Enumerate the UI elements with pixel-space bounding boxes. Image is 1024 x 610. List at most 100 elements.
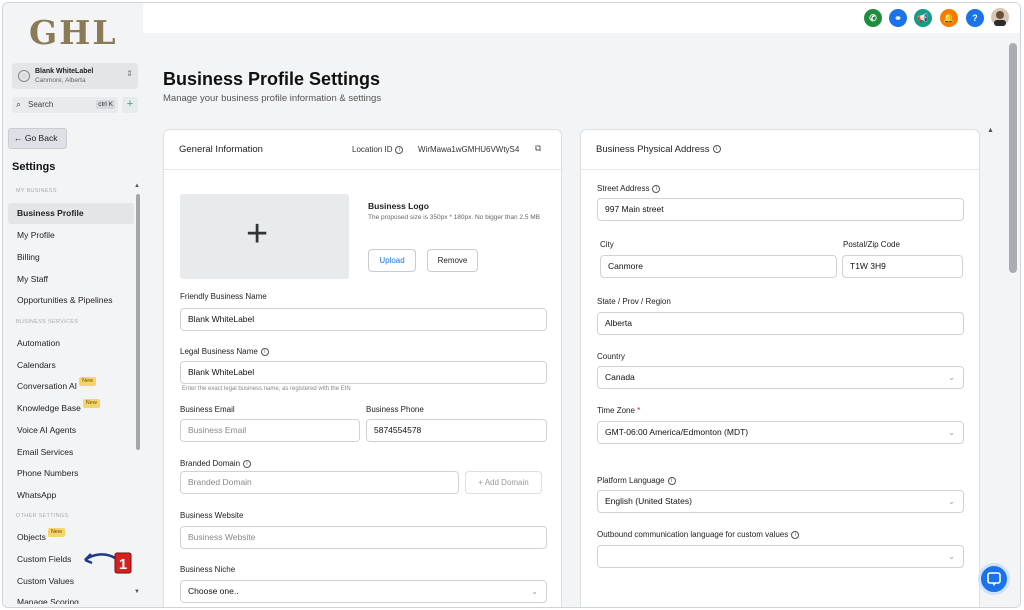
location-place: Canmore, Alberta [35,77,86,84]
info-icon: i [652,184,661,193]
logo-upload-area[interactable]: + [180,194,349,279]
sidebar-scrollbar[interactable] [136,194,140,450]
quick-add-button[interactable]: + [122,97,138,113]
plus-icon: + [246,213,269,255]
city-input[interactable]: Canmore [600,255,837,278]
city-label: City [600,240,614,249]
phone-input[interactable]: 5874554578 [366,419,547,442]
niche-label: Business Niche [180,565,236,574]
sidebar-item-my-staff[interactable]: My Staff [8,269,134,290]
chevron-down-icon: ⌄ [948,373,955,382]
timezone-select[interactable]: GMT-06:00 America/Edmonton (MDT) ⌄ [597,421,964,444]
search-icon: ⌕ [16,99,22,109]
platform-language-label: Platform Language i [597,476,676,485]
location-switcher[interactable]: ◌ Blank WhiteLabel Canmore, Alberta ⇕ [12,63,138,89]
sidebar-item-voice-ai[interactable]: Voice AI Agents [8,420,134,441]
card-header: Business Physical Address i [581,130,979,170]
add-domain-button[interactable]: + Add Domain [465,471,542,494]
email-label: Business Email [180,405,235,414]
address-card: Business Physical Address i Street Addres… [580,129,980,607]
sidebar-search[interactable]: ⌕ Search ctrl K [12,97,118,113]
postal-label: Postal/Zip Code [843,240,900,249]
sidebar-item-label: Conversation AI [17,381,78,391]
required-marker: * [637,406,641,415]
link-icon[interactable]: ⚭ [889,9,907,27]
location-id-value: WirMawa1wGMHU6VWtyS4 [418,145,520,154]
search-label: Search [28,100,54,109]
top-bar: ✆ ⚭ 📢 🔔 ? [143,3,1020,33]
annotation-arrow-icon: 1 [84,552,132,574]
state-input[interactable]: Alberta [597,312,964,335]
settings-heading: Settings [12,161,56,173]
page-subtitle: Manage your business profile information… [163,93,382,104]
platform-language-select[interactable]: English (United States) ⌄ [597,490,964,513]
main-scrollbar[interactable] [1009,43,1017,273]
legal-name-help: Enter the exact legal business name, as … [182,386,351,392]
postal-input[interactable]: T1W 3H9 [842,255,963,278]
scroll-down-icon[interactable]: ▼ [134,589,140,595]
brand-logo[interactable]: GHL [29,13,118,52]
help-icon[interactable]: ? [966,9,984,27]
scroll-up-icon[interactable]: ▲ [987,127,994,134]
website-input[interactable]: Business Website [180,526,547,549]
nav-section-my-business: MY BUSINESS [3,186,57,196]
country-select[interactable]: Canada ⌄ [597,366,964,389]
info-icon: i [243,459,252,468]
page-title: Business Profile Settings [163,69,381,89]
card-title: Business Physical Address i [596,144,721,155]
go-back-button[interactable]: ← Go Back [8,128,67,149]
nav-section-business-services: BUSINESS SERVICES [3,317,78,327]
logo-title: Business Logo [368,201,429,211]
card-title: General Information [179,144,263,155]
new-badge: New [82,399,100,408]
sidebar-item-automation[interactable]: Automation [8,333,134,354]
sidebar: GHL ◌ Blank WhiteLabel Canmore, Alberta … [3,3,143,607]
upload-button[interactable]: Upload [368,249,416,272]
new-badge: New [47,528,65,537]
friendly-name-input[interactable]: Blank WhiteLabel [180,308,547,331]
friendly-name-label: Friendly Business Name [180,292,267,301]
timezone-label: Time Zone * [597,406,640,415]
street-input[interactable]: 997 Main street [597,198,964,221]
sidebar-item-conversation-ai[interactable]: Conversation AI New [8,376,134,397]
chevron-down-icon: ⌄ [948,497,955,506]
sidebar-item-manage-scoring[interactable]: Manage Scoring [8,592,134,604]
new-badge: New [79,377,97,386]
platform-language-value: English (United States) [605,496,692,506]
niche-value: Choose one.. [188,586,239,596]
bell-icon[interactable]: 🔔 [940,9,958,27]
info-icon: i [395,145,404,154]
sidebar-item-whatsapp[interactable]: WhatsApp [8,485,134,506]
copy-icon[interactable]: ⧉ [535,143,541,154]
outbound-language-select[interactable]: ⌄ [597,545,964,568]
country-label: Country [597,352,626,361]
sidebar-item-phone-numbers[interactable]: Phone Numbers [8,463,134,484]
sidebar-item-objects[interactable]: Objects New [8,527,134,548]
user-avatar-icon [994,11,1006,26]
sidebar-item-business-profile[interactable]: Business Profile [8,203,134,224]
megaphone-icon[interactable]: 📢 [914,9,932,27]
sidebar-item-my-profile[interactable]: My Profile [8,225,134,246]
sidebar-item-opportunities[interactable]: Opportunities & Pipelines [8,290,134,311]
domain-input[interactable]: Branded Domain [180,471,459,494]
sidebar-item-knowledge-base[interactable]: Knowledge Base New [8,398,134,419]
plus-icon: + [126,98,134,110]
remove-button[interactable]: Remove [427,249,478,272]
user-avatar[interactable] [991,8,1009,26]
sidebar-item-billing[interactable]: Billing [8,247,134,268]
phone-icon[interactable]: ✆ [864,9,882,27]
niche-select[interactable]: Choose one.. ⌄ [180,580,547,603]
address-title-text: Business Physical Address [596,144,710,155]
legal-name-label: Legal Business Name i [180,347,269,356]
sidebar-item-calendars[interactable]: Calendars [8,355,134,376]
info-icon: i [667,476,676,485]
scroll-up-icon[interactable]: ▲ [134,183,140,189]
chat-widget-button[interactable] [978,563,1010,595]
state-label: State / Prov / Region [597,297,671,306]
info-icon: i [791,530,800,539]
location-name: Blank WhiteLabel [35,68,94,75]
sidebar-item-email-services[interactable]: Email Services [8,442,134,463]
country-value: Canada [605,372,635,382]
email-input[interactable]: Business Email [180,419,360,442]
legal-name-input[interactable]: Blank WhiteLabel [180,361,547,384]
